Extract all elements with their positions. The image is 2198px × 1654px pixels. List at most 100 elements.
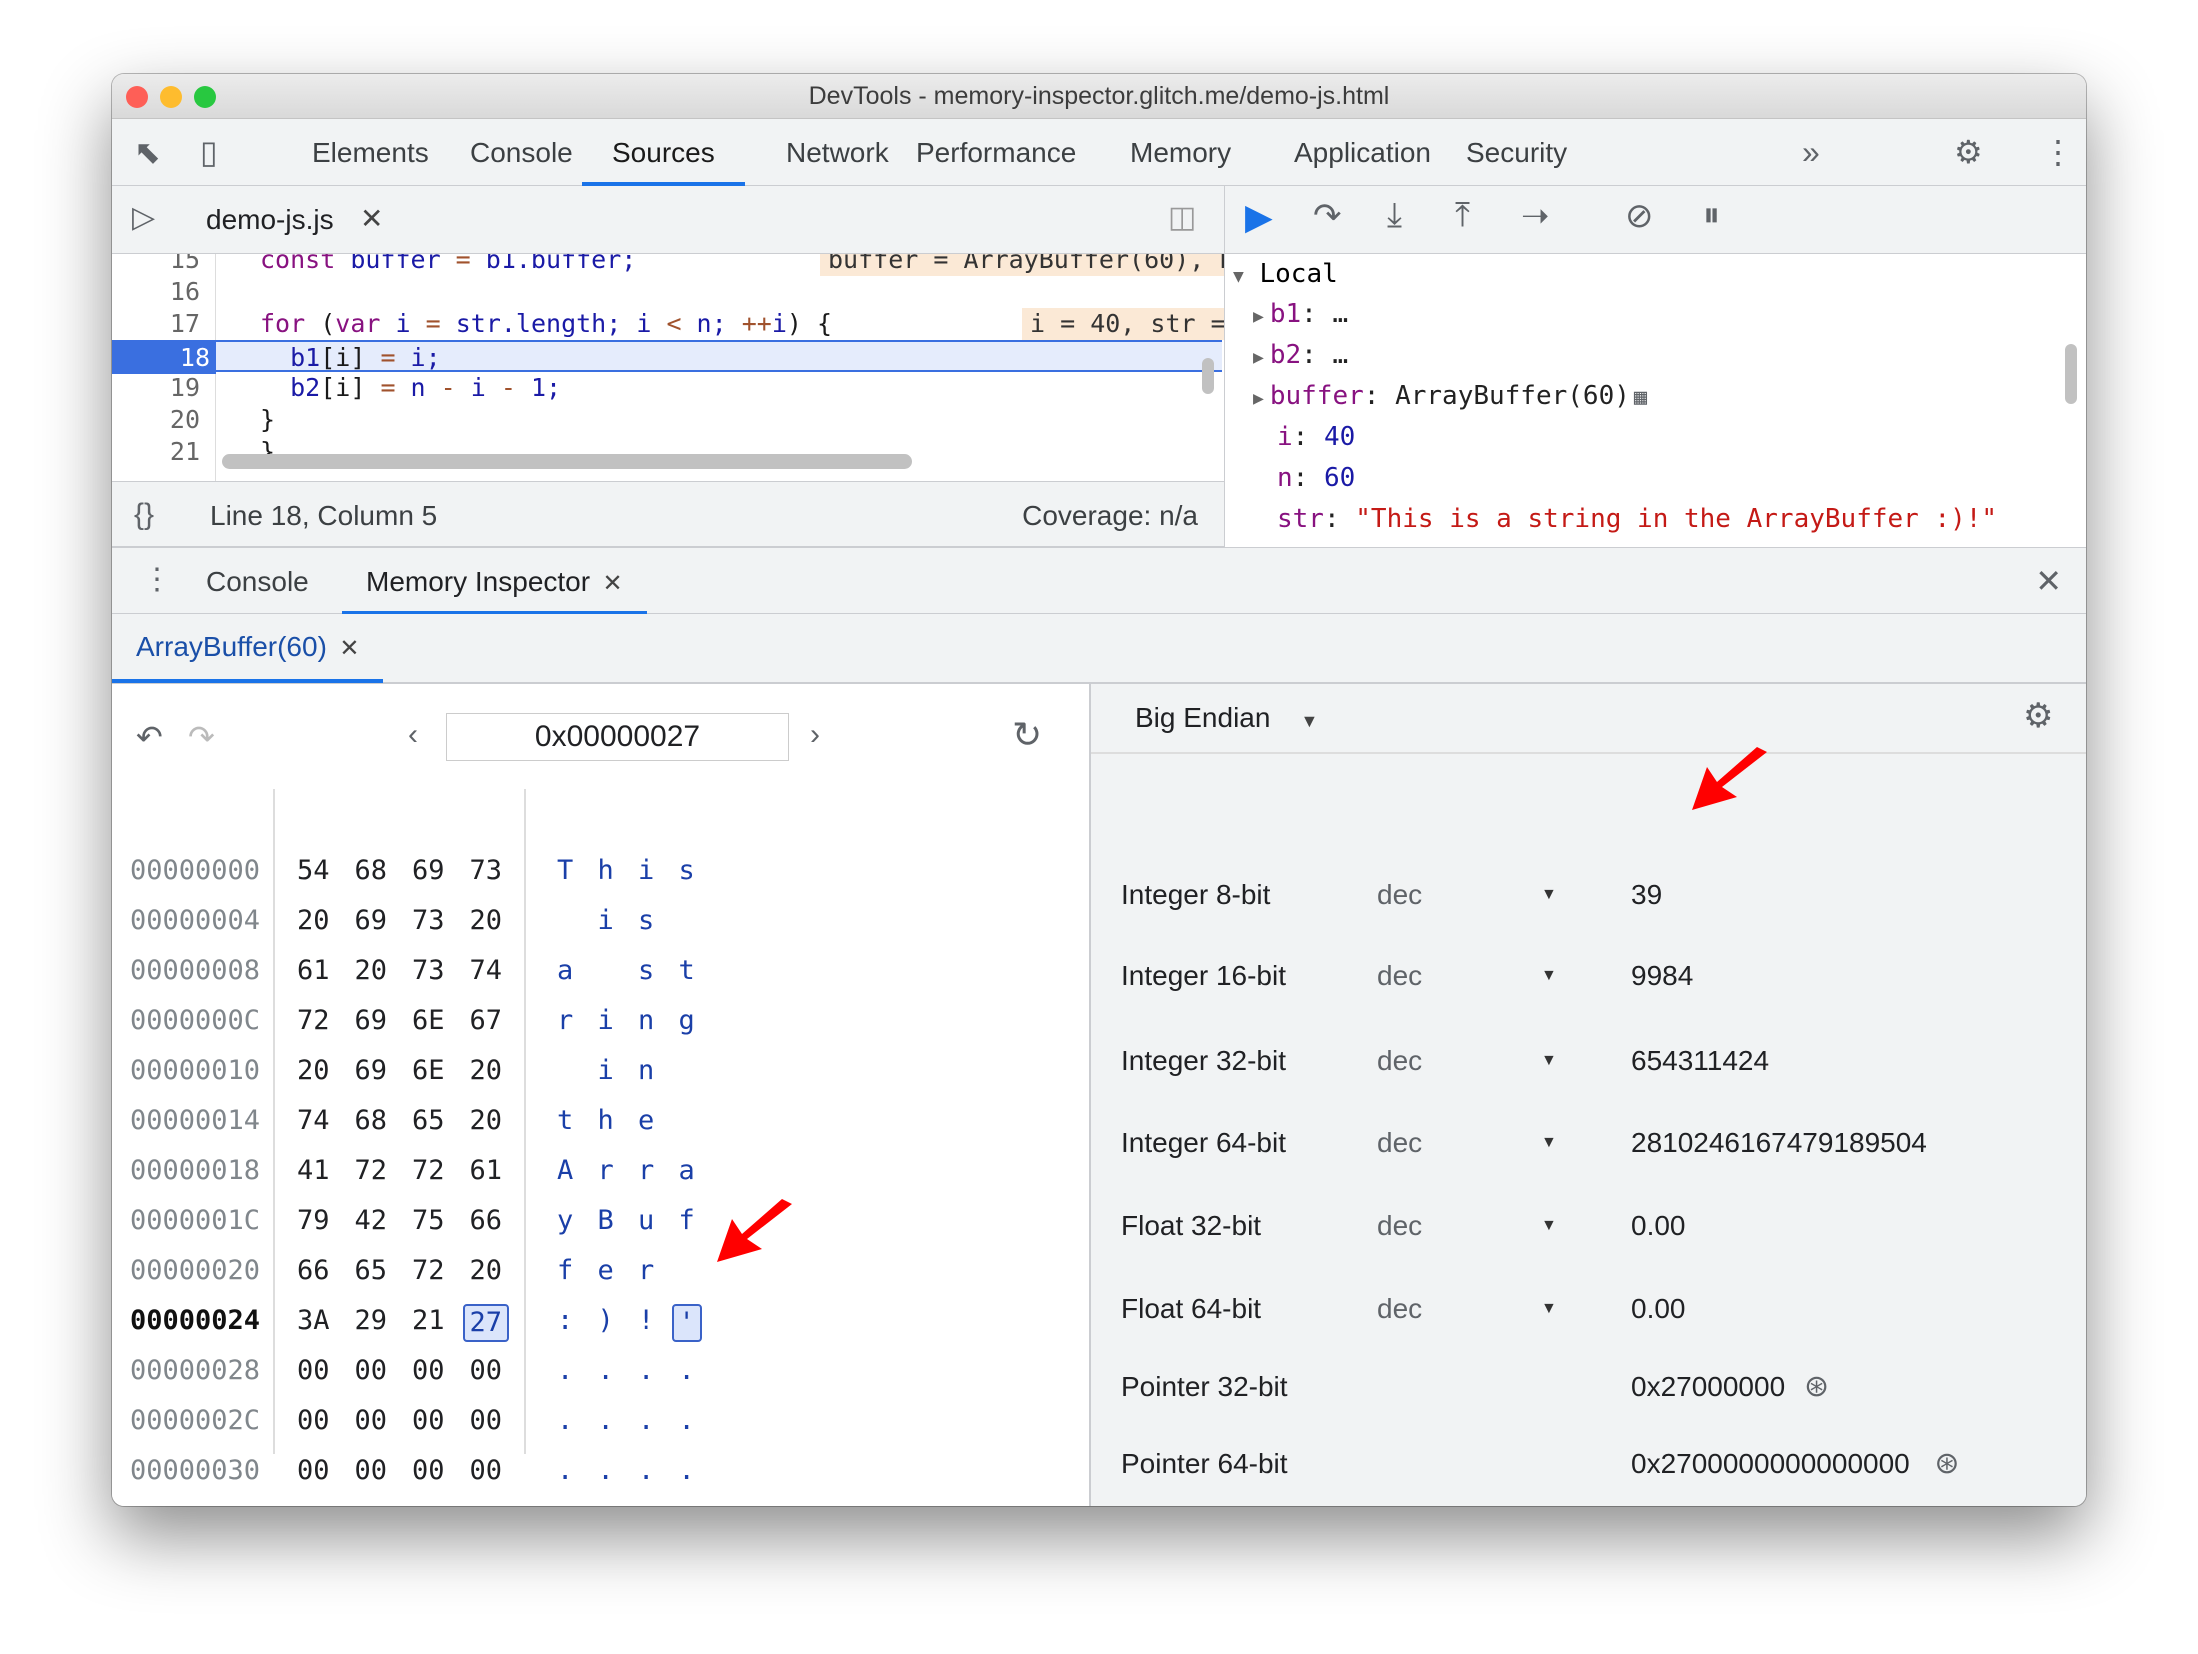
byte-cell[interactable]: 00: [470, 1396, 503, 1446]
ascii-cell[interactable]: g: [679, 996, 695, 1046]
ascii-cell[interactable]: .: [598, 1396, 614, 1446]
byte-cell[interactable]: 6E: [412, 1046, 445, 1096]
ascii-cell[interactable]: r: [638, 1246, 654, 1296]
file-tab-demo-js[interactable]: demo-js.js: [206, 204, 334, 236]
line-number[interactable]: 15: [112, 254, 208, 276]
byte-cell[interactable]: 20: [470, 896, 503, 946]
ascii-cell[interactable]: T: [557, 846, 573, 896]
pretty-print-icon[interactable]: {}: [134, 498, 154, 532]
line-number[interactable]: 18: [112, 342, 216, 374]
memory-icon[interactable]: ▦: [1634, 385, 1647, 410]
ascii-cell[interactable]: .: [598, 1446, 614, 1496]
code-editor[interactable]: 15 const buffer = b1.buffer; buffer = Arra…: [112, 254, 1224, 481]
step-icon[interactable]: ➝: [1521, 196, 1550, 236]
byte-cell[interactable]: 67: [470, 996, 503, 1046]
ascii-cell[interactable]: i: [598, 996, 614, 1046]
line-number[interactable]: 16: [112, 276, 208, 308]
jump-to-address-icon[interactable]: ⊛: [1934, 1434, 1959, 1494]
byte-cell[interactable]: 69: [412, 846, 445, 896]
scope-local-header[interactable]: ▼ Local: [1233, 254, 1338, 294]
redo-icon[interactable]: ↷: [188, 718, 215, 756]
byte-cell[interactable]: 69: [355, 996, 388, 1046]
byte-cell[interactable]: 72: [412, 1246, 445, 1296]
ascii-cell[interactable]: e: [638, 1096, 654, 1146]
byte-cell[interactable]: 68: [355, 1096, 388, 1146]
toggle-debugger-icon[interactable]: ◫: [1168, 200, 1196, 235]
byte-cell[interactable]: 72: [412, 1146, 445, 1196]
ascii-cell[interactable]: s: [679, 846, 695, 896]
byte-cell[interactable]: 20: [297, 896, 330, 946]
byte-cell[interactable]: 74: [470, 946, 503, 996]
byte-cell[interactable]: 00: [355, 1346, 388, 1396]
ascii-cell[interactable]: .: [638, 1346, 654, 1396]
undo-icon[interactable]: ↶: [136, 718, 163, 756]
line-number[interactable]: 19: [112, 372, 208, 404]
drawer-tab-console[interactable]: Console: [206, 566, 309, 598]
byte-cell[interactable]: 61: [297, 946, 330, 996]
more-options-icon[interactable]: ⋮: [2042, 119, 2074, 186]
byte-cell[interactable]: 69: [355, 896, 388, 946]
byte-cell[interactable]: 65: [412, 1096, 445, 1146]
byte-cell[interactable]: 27: [462, 1304, 510, 1342]
drawer-tab-memory-inspector[interactable]: Memory Inspector ✕: [342, 548, 647, 615]
device-toolbar-icon[interactable]: ▯: [200, 119, 218, 186]
ascii-cell[interactable]: i: [598, 896, 614, 946]
format-dropdown[interactable]: dec ▼: [1377, 946, 1557, 1006]
main-tab-security[interactable]: Security: [1436, 119, 1597, 186]
byte-cell[interactable]: 00: [412, 1346, 445, 1396]
byte-cell[interactable]: 73: [470, 846, 503, 896]
expand-triangle-icon[interactable]: ▶: [1253, 306, 1264, 327]
main-tab-sources[interactable]: Sources: [582, 119, 745, 186]
step-into-icon[interactable]: ⤓: [1387, 196, 1402, 235]
toggle-navigator-icon[interactable]: ▷: [132, 200, 155, 235]
ascii-cell[interactable]: ': [671, 1304, 702, 1342]
byte-cell[interactable]: 72: [297, 996, 330, 1046]
ascii-cell[interactable]: r: [598, 1146, 614, 1196]
byte-cell[interactable]: 00: [297, 1346, 330, 1396]
format-dropdown[interactable]: dec ▼: [1377, 1279, 1557, 1339]
maximize-window-button[interactable]: [194, 86, 216, 108]
ascii-cell[interactable]: !: [638, 1296, 654, 1346]
byte-cell[interactable]: 65: [355, 1246, 388, 1296]
byte-cell[interactable]: 69: [355, 1046, 388, 1096]
more-tabs-icon[interactable]: »: [1802, 119, 1820, 186]
ascii-cell[interactable]: r: [638, 1146, 654, 1196]
byte-cell[interactable]: 00: [470, 1346, 503, 1396]
byte-cell[interactable]: 00: [470, 1446, 503, 1496]
ascii-cell[interactable]: .: [598, 1346, 614, 1396]
refresh-icon[interactable]: ↻: [1012, 714, 1042, 756]
close-buffer-tab-icon[interactable]: ✕: [339, 635, 359, 662]
byte-cell[interactable]: 00: [412, 1446, 445, 1496]
address-input[interactable]: 0x00000027: [446, 713, 789, 761]
byte-cell[interactable]: 42: [355, 1196, 388, 1246]
byte-cell[interactable]: 68: [355, 846, 388, 896]
ascii-cell[interactable]: .: [638, 1396, 654, 1446]
scope-scrollbar[interactable]: [2065, 344, 2077, 404]
byte-cell[interactable]: 61: [470, 1146, 503, 1196]
ascii-cell[interactable]: a: [679, 1146, 695, 1196]
ascii-cell[interactable]: s: [638, 946, 654, 996]
ascii-cell[interactable]: .: [557, 1446, 573, 1496]
byte-cell[interactable]: 00: [355, 1396, 388, 1446]
ascii-cell[interactable]: f: [679, 1196, 695, 1246]
pause-on-exceptions-icon[interactable]: ⏸: [1703, 196, 1720, 235]
byte-cell[interactable]: 3A: [297, 1296, 330, 1346]
byte-cell[interactable]: 66: [297, 1246, 330, 1296]
close-window-button[interactable]: [126, 86, 148, 108]
main-tab-memory[interactable]: Memory: [1100, 119, 1261, 186]
drawer-menu-icon[interactable]: ⋮: [142, 562, 172, 597]
settings-gear-icon[interactable]: ⚙: [1954, 119, 1983, 186]
scope-item-b2[interactable]: ▶ b2: …: [1253, 335, 1348, 375]
close-memory-inspector-icon[interactable]: ✕: [603, 570, 623, 597]
close-file-tab-icon[interactable]: ✕: [360, 202, 383, 235]
main-tab-console[interactable]: Console: [440, 119, 603, 186]
scope-item-b1[interactable]: ▶ b1: …: [1253, 294, 1348, 334]
byte-cell[interactable]: 00: [297, 1396, 330, 1446]
buffer-tab[interactable]: ArrayBuffer(60) ✕: [112, 614, 384, 683]
line-number[interactable]: 20: [112, 404, 208, 436]
main-tab-elements[interactable]: Elements: [282, 119, 459, 186]
byte-cell[interactable]: 21: [412, 1296, 445, 1346]
ascii-cell[interactable]: ): [598, 1296, 614, 1346]
horizontal-scrollbar[interactable]: [222, 454, 912, 469]
expand-triangle-icon[interactable]: ▶: [1253, 388, 1264, 409]
